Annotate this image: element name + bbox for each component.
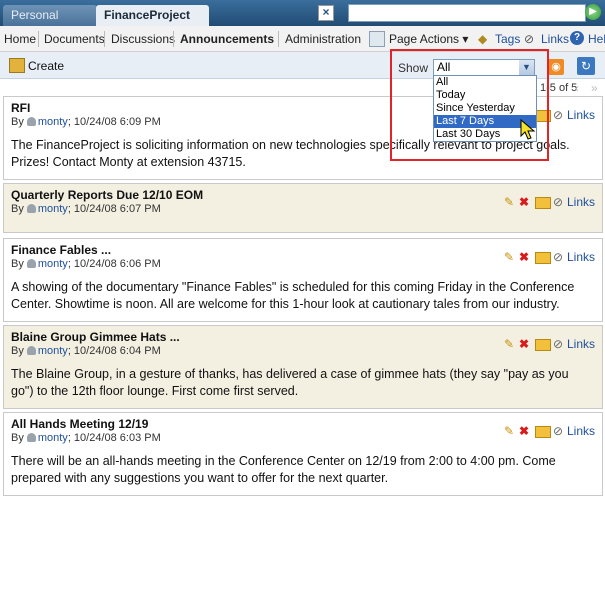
highlight-box [390,49,549,161]
announcement-actions: ✎ ✖ ⊘ Links [504,337,596,351]
link-icon: ⊘ [553,424,564,438]
author-link[interactable]: monty [38,116,68,128]
rss-icon[interactable]: ◉ [548,59,564,75]
announcement-title[interactable]: RFI [11,101,30,115]
delete-icon[interactable]: ✖ [519,424,529,438]
nav-documents[interactable]: Documents [44,32,105,46]
links-link[interactable]: Links [567,337,595,351]
announcement-actions: ✎ ✖ ⊘ Links [504,195,596,209]
user-icon [26,346,36,355]
search-input[interactable] [348,4,586,22]
announcement-byline: By monty; 10/24/08 6:04 PM [11,345,161,357]
author-link[interactable]: monty [38,203,68,215]
prev-page-icon[interactable]: ‹ [575,81,579,95]
link-icon: ⊘ [553,337,564,351]
create-icon [9,58,25,73]
announcement-item: Finance Fables ... By monty; 10/24/08 6:0… [3,238,603,322]
author-link[interactable]: monty [38,258,68,270]
edit-icon[interactable]: ✎ [504,250,514,264]
announcement-title[interactable]: All Hands Meeting 12/19 [11,417,148,431]
link-icon: ⊘ [553,250,564,264]
user-icon [26,204,36,213]
announcement-body: The Blaine Group, in a gesture of thanks… [11,367,569,398]
announcement-body: There will be an all-hands meeting in th… [11,454,556,485]
announcement-body: A showing of the documentary "Finance Fa… [11,280,575,311]
mouse-cursor-icon [520,119,536,140]
page-actions-icon [369,31,385,47]
links-link[interactable]: Links [567,250,595,264]
user-icon [26,259,36,268]
delete-icon[interactable]: ✖ [519,195,529,209]
delete-icon[interactable]: ✖ [519,337,529,351]
announcement-byline: By monty; 10/24/08 6:06 PM [11,258,161,270]
announcement-title[interactable]: Quarterly Reports Due 12/10 EOM [11,188,203,202]
announcement-item: Blaine Group Gimmee Hats ... By monty; 10… [3,325,603,409]
help-icon[interactable]: ? [570,31,584,45]
tags-link[interactable]: Tags [495,32,520,46]
mail-icon[interactable] [535,252,551,264]
user-icon [26,117,36,126]
top-tab-bar: Personal Space FinanceProject × ▶ [0,0,605,43]
nav-home[interactable]: Home [4,32,36,46]
edit-icon[interactable]: ✎ [504,195,514,209]
link-icon: ⊘ [553,195,564,209]
help-link[interactable]: Hel [588,32,605,46]
close-icon[interactable]: × [318,5,334,21]
links-link[interactable]: Links [541,32,569,46]
nav-announcements[interactable]: Announcements [180,32,274,46]
create-button[interactable]: Create [28,59,64,73]
nav-separator [38,31,39,47]
user-icon [26,433,36,442]
links-link[interactable]: Links [567,108,595,122]
refresh-icon[interactable]: ↻ [577,57,595,75]
announcement-title[interactable]: Finance Fables ... [11,243,111,257]
nav-separator [104,31,105,47]
announcement-byline: By monty; 10/24/08 6:07 PM [11,203,161,215]
links-link[interactable]: Links [567,195,595,209]
nav-discussions[interactable]: Discussions [111,32,175,46]
next-page-icon[interactable]: » [591,81,598,95]
nav-separator [278,31,279,47]
announcement-actions: ✎ ✖ ⊘ Links [504,250,596,264]
mail-icon[interactable] [535,339,551,351]
announcement-actions: ✎ ✖ ⊘ Links [504,424,596,438]
edit-icon[interactable]: ✎ [504,424,514,438]
tag-icon: ◆ [478,32,488,46]
mail-icon[interactable] [535,197,551,209]
page-actions-menu[interactable]: Page Actions ▾ [389,32,468,46]
announcement-item: Quarterly Reports Due 12/10 EOM By monty;… [3,183,603,233]
link-icon: ⊘ [524,32,535,46]
go-icon[interactable]: ▶ [585,4,601,20]
announcement-item: All Hands Meeting 12/19 By monty; 10/24/0… [3,412,603,496]
links-link[interactable]: Links [567,424,595,438]
announcement-title[interactable]: Blaine Group Gimmee Hats ... [11,330,180,344]
announcement-byline: By monty; 10/24/08 6:09 PM [11,116,161,128]
author-link[interactable]: monty [38,432,68,444]
nav-separator [173,31,174,47]
announcement-byline: By monty; 10/24/08 6:03 PM [11,432,161,444]
mail-icon[interactable] [535,426,551,438]
tab-personal-space[interactable]: Personal Space [3,5,97,43]
tab-financeproject[interactable]: FinanceProject [96,5,209,26]
delete-icon[interactable]: ✖ [519,250,529,264]
author-link[interactable]: monty [38,345,68,357]
nav-administration[interactable]: Administration [285,32,361,46]
link-icon: ⊘ [553,108,564,122]
edit-icon[interactable]: ✎ [504,337,514,351]
